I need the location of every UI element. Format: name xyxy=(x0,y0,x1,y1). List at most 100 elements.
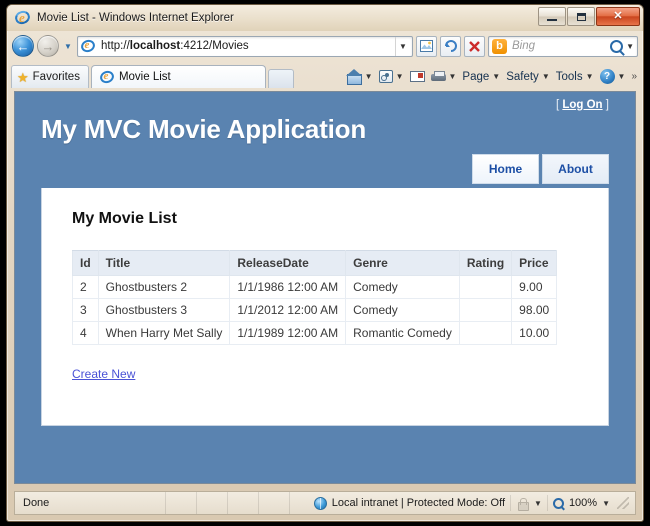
cell-title: When Harry Met Sally xyxy=(97,321,231,345)
logon-close-bracket: ] xyxy=(605,99,609,111)
chevron-down-icon[interactable]: ▼ xyxy=(396,72,404,81)
tools-menu-label: Tools xyxy=(555,70,583,83)
column-header-id: Id xyxy=(72,250,99,276)
log-on-link[interactable]: Log On xyxy=(562,99,602,111)
status-text: Done xyxy=(23,497,50,509)
main-navigation: Home About xyxy=(472,154,609,184)
site-header: [ Log On ] My MVC Movie Application Home… xyxy=(15,92,635,188)
forward-button[interactable]: → xyxy=(37,35,59,57)
help-icon: ? xyxy=(599,69,615,84)
print-button[interactable]: ▼ xyxy=(429,70,459,83)
cell-releasedate: 1/1/1989 12:00 AM xyxy=(229,321,347,345)
status-divider xyxy=(227,492,228,514)
nav-item-home[interactable]: Home xyxy=(472,154,539,184)
stop-icon xyxy=(469,40,480,52)
zoom-level: 100% xyxy=(568,497,598,509)
table-row: 3 Ghostbusters 3 1/1/2012 12:00 AM Comed… xyxy=(72,298,558,322)
bing-logo-icon: b xyxy=(492,38,507,54)
ie-logo-icon: e xyxy=(98,68,116,85)
tools-menu[interactable]: Tools ▼ xyxy=(554,71,596,83)
mail-button[interactable] xyxy=(408,71,427,82)
url-suffix: :4212/Movies xyxy=(180,40,249,52)
chevron-down-icon[interactable]: ▼ xyxy=(586,72,594,81)
globe-icon xyxy=(313,496,327,510)
cell-releasedate: 1/1/1986 12:00 AM xyxy=(229,275,347,299)
cell-rating xyxy=(458,321,513,345)
cell-title: Ghostbusters 3 xyxy=(97,298,231,322)
search-icon[interactable] xyxy=(610,39,624,53)
chevron-down-icon[interactable]: ▼ xyxy=(492,72,500,81)
command-bar: ▼ ▼ ▼ Page ▼ Safety ▼ Tools ▼ ? ▼ » xyxy=(344,65,639,88)
favorites-button[interactable]: ★ Favorites xyxy=(11,65,89,88)
chevron-down-icon[interactable]: ▼ xyxy=(449,72,457,81)
create-new-link[interactable]: Create New xyxy=(72,367,135,381)
chevron-down-icon[interactable]: ▼ xyxy=(534,499,542,508)
address-text: http://localhost:4212/Movies xyxy=(96,40,395,52)
cell-title: Ghostbusters 2 xyxy=(97,275,231,299)
chevron-down-icon[interactable]: ▼ xyxy=(542,72,550,81)
cell-genre: Comedy xyxy=(345,275,460,299)
zoom-icon[interactable] xyxy=(552,497,564,509)
page-menu-label: Page xyxy=(462,70,490,83)
page-title: My MVC Movie Application xyxy=(41,114,367,144)
nav-item-about[interactable]: About xyxy=(542,154,609,184)
page-viewport: [ Log On ] My MVC Movie Application Home… xyxy=(14,91,636,484)
address-bar[interactable]: e http://localhost:4212/Movies ▼ xyxy=(77,35,413,57)
cell-genre: Romantic Comedy xyxy=(345,321,460,345)
mail-icon xyxy=(409,71,425,82)
cell-rating xyxy=(458,298,513,322)
chevron-down-icon[interactable]: ▼ xyxy=(365,72,373,81)
content-panel: My Movie List Id Title ReleaseDate Genre… xyxy=(41,188,609,426)
minimize-button[interactable] xyxy=(538,7,566,26)
home-button[interactable]: ▼ xyxy=(344,68,375,85)
resize-grip[interactable] xyxy=(617,497,629,509)
compatibility-icon xyxy=(420,40,433,52)
column-header-releasedate: ReleaseDate xyxy=(229,250,347,276)
title-bar: e Movie List - Windows Internet Explorer… xyxy=(7,5,643,31)
refresh-button[interactable] xyxy=(440,35,461,57)
column-header-genre: Genre xyxy=(345,250,460,276)
address-dropdown-icon[interactable]: ▼ xyxy=(395,36,410,56)
status-divider xyxy=(196,492,197,514)
chevron-down-icon[interactable]: ▼ xyxy=(602,499,610,508)
tab-movie-list[interactable]: e Movie List xyxy=(90,65,266,88)
ie-logo-icon: e xyxy=(13,8,32,27)
rss-feeds-icon xyxy=(378,70,393,83)
search-box[interactable]: b Bing ▼ xyxy=(488,35,638,57)
close-button[interactable]: ✕ xyxy=(596,7,640,26)
cell-price: 10.00 xyxy=(511,321,558,345)
cell-genre: Comedy xyxy=(345,298,460,322)
toolbar-overflow-icon[interactable]: » xyxy=(629,71,637,82)
feeds-button[interactable]: ▼ xyxy=(377,70,406,83)
search-input[interactable]: Bing xyxy=(507,40,610,52)
favorites-label: Favorites xyxy=(32,71,80,83)
navigation-bar: ← → ▼ e http://localhost:4212/Movies ▼ b… xyxy=(7,31,643,61)
status-divider xyxy=(258,492,259,514)
table-row: 4 When Harry Met Sally 1/1/1989 12:00 AM… xyxy=(72,321,558,345)
chevron-down-icon[interactable]: ▼ xyxy=(618,72,626,81)
cell-id: 3 xyxy=(72,298,99,322)
status-divider xyxy=(165,492,166,514)
cell-rating xyxy=(458,275,513,299)
stop-button[interactable] xyxy=(464,35,485,57)
back-button[interactable]: ← xyxy=(12,35,34,57)
movies-table: Id Title ReleaseDate Genre Rating Price … xyxy=(72,250,558,345)
window-title: Movie List - Windows Internet Explorer xyxy=(37,12,234,24)
new-tab-button[interactable] xyxy=(267,69,294,88)
url-host: localhost xyxy=(129,40,181,52)
security-zone[interactable]: Local intranet | Protected Mode: Off ▼ 1… xyxy=(313,495,635,511)
page-menu[interactable]: Page ▼ xyxy=(460,71,502,83)
compatibility-view-button[interactable] xyxy=(416,35,437,57)
column-header-rating: Rating xyxy=(458,250,513,276)
safety-menu[interactable]: Safety ▼ xyxy=(504,71,552,83)
refresh-icon xyxy=(444,39,457,52)
security-zone-text: Local intranet | Protected Mode: Off xyxy=(331,497,506,509)
status-divider xyxy=(289,492,290,514)
url-prefix: http:// xyxy=(101,40,130,52)
home-icon xyxy=(345,68,362,85)
column-header-price: Price xyxy=(511,250,558,276)
search-dropdown-icon[interactable]: ▼ xyxy=(626,42,634,51)
recent-pages-dropdown-icon[interactable]: ▼ xyxy=(62,42,74,51)
maximize-button[interactable] xyxy=(567,7,595,26)
help-button[interactable]: ? ▼ xyxy=(598,69,628,84)
